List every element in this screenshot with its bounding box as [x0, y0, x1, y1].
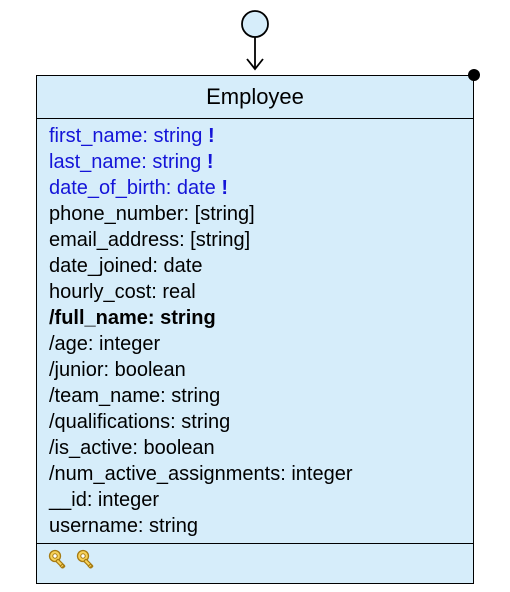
key-icon: [47, 548, 71, 577]
attr-qualifications: /qualifications: string: [49, 409, 463, 435]
attr-first-name: first_name: string !: [49, 123, 463, 149]
class-employee: Employee first_name: string ! last_name:…: [36, 75, 474, 584]
attr-date-joined: date_joined: date: [49, 253, 463, 279]
attr-id: __id: integer: [49, 487, 463, 513]
attr-is-active: /is_active: boolean: [49, 435, 463, 461]
attr-date-of-birth: date_of_birth: date !: [49, 175, 463, 201]
attr-num-active-assignments: /num_active_assignments: integer: [49, 461, 463, 487]
attr-team-name: /team_name: string: [49, 383, 463, 409]
actor-connector-icon: [221, 9, 289, 79]
class-title: Employee: [37, 76, 473, 119]
attribute-compartment: first_name: string ! last_name: string !…: [37, 119, 473, 544]
attr-junior: /junior: boolean: [49, 357, 463, 383]
attr-hourly-cost: hourly_cost: real: [49, 279, 463, 305]
attr-full-name: /full_name: string: [49, 305, 463, 331]
attr-username: username: string: [49, 513, 463, 539]
attr-phone-number: phone_number: [string]: [49, 201, 463, 227]
attr-age: /age: integer: [49, 331, 463, 357]
diagram-canvas: Employee first_name: string ! last_name:…: [0, 0, 510, 592]
pin-icon: [468, 69, 480, 81]
attr-email-address: email_address: [string]: [49, 227, 463, 253]
operations-compartment: [37, 544, 473, 583]
key-icon: [75, 548, 99, 577]
attr-last-name: last_name: string !: [49, 149, 463, 175]
